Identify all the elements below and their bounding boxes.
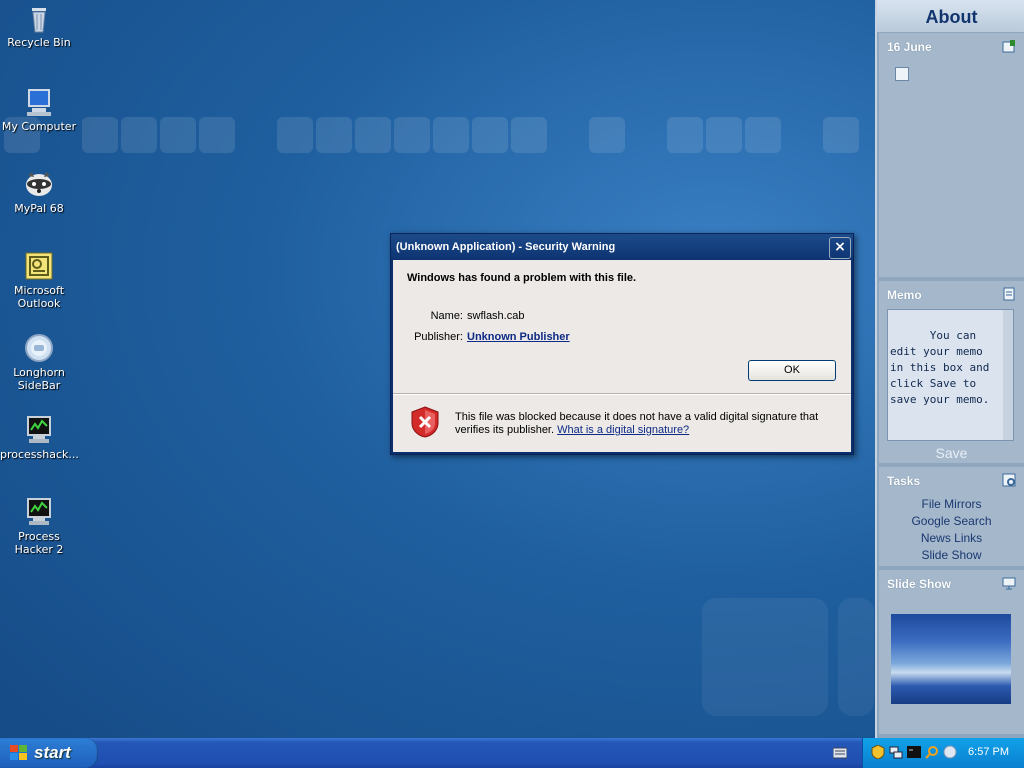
publisher-link[interactable]: Unknown Publisher	[467, 331, 570, 343]
dialog-titlebar[interactable]: (Unknown Application) - Security Warning…	[391, 234, 853, 260]
desktop-icon-label: Process Hacker 2	[14, 530, 64, 556]
tasks-title: Tasks	[887, 474, 921, 488]
calendar-icon[interactable]	[1002, 39, 1016, 53]
desktop-icon-label: My Computer	[1, 120, 77, 133]
outlook-icon	[23, 250, 55, 282]
task-slide-show[interactable]: Slide Show	[879, 548, 1024, 562]
dialog-heading: Windows has found a problem with this fi…	[407, 272, 637, 284]
publisher-label: Publisher:	[414, 331, 463, 343]
dialog-title: (Unknown Application) - Security Warning	[396, 241, 616, 253]
slideshow-panel: Slide Show	[879, 570, 1024, 734]
recycle-bin-icon	[23, 2, 55, 34]
desktop-icon-longhorn-sidebar[interactable]: Longhorn SideBar	[0, 332, 78, 392]
desktop-decoration-tile	[702, 598, 828, 716]
ok-button[interactable]: OK	[748, 360, 836, 381]
tasks-icon[interactable]	[1002, 473, 1016, 487]
tasks-panel: Tasks File Mirrors Google Search News Li…	[879, 467, 1024, 566]
slideshow-title: Slide Show	[887, 577, 952, 591]
calendar-date: 16 June	[887, 40, 932, 54]
windows-flag-icon	[10, 745, 28, 761]
start-label: start	[34, 743, 71, 762]
start-button[interactable]: start	[0, 738, 98, 768]
sidebar-about-label: About	[925, 7, 978, 27]
memo-title: Memo	[887, 288, 922, 302]
memo-panel: Memo You can edit your memo in this box …	[879, 281, 1024, 463]
desktop-icon-label: Recycle Bin	[7, 36, 71, 49]
memo-textarea[interactable]: You can edit your memo in this box and c…	[887, 309, 1014, 441]
close-icon: ×	[834, 239, 846, 255]
system-tray: 6:57 PM	[862, 738, 1024, 768]
memo-scrollbar[interactable]	[1003, 310, 1013, 440]
close-button[interactable]: ×	[829, 237, 851, 259]
taskbar: start 6:57 PM	[0, 738, 1024, 768]
desktop-decoration	[0, 117, 876, 155]
memo-save-button[interactable]: Save	[879, 445, 1024, 461]
slideshow-icon[interactable]	[1002, 576, 1016, 590]
task-google-search[interactable]: Google Search	[879, 514, 1024, 528]
longhorn-sidebar: About 16 June Memo You can edit your mem…	[875, 0, 1024, 738]
sidebar-tray-icon[interactable]	[943, 745, 957, 759]
network-icon[interactable]	[889, 745, 903, 759]
image-placeholder-icon	[895, 67, 909, 81]
my-computer-icon	[23, 86, 55, 118]
calendar-panel: 16 June	[879, 33, 1024, 277]
desktop-icon-recycle-bin[interactable]: Recycle Bin	[0, 2, 78, 49]
shield-error-icon	[411, 406, 439, 438]
desktop-icon-mypal[interactable]: MyPal 68	[0, 168, 78, 215]
desktop-icon-outlook[interactable]: Microsoft Outlook	[0, 250, 78, 310]
desktop-icon-processhacker2[interactable]: Process Hacker 2	[0, 496, 78, 556]
mypal-icon	[23, 168, 55, 200]
security-warning-dialog: (Unknown Application) - Security Warning…	[390, 233, 854, 455]
keyboard-icon[interactable]	[832, 747, 848, 759]
name-label: Name:	[430, 310, 463, 322]
divider	[393, 394, 851, 395]
dialog-body: Windows has found a problem with this fi…	[393, 260, 851, 452]
slideshow-image[interactable]	[891, 614, 1011, 704]
processhacker-icon	[23, 414, 55, 446]
task-file-mirrors[interactable]: File Mirrors	[879, 497, 1024, 511]
warning-message: This file was blocked because it does no…	[455, 411, 835, 437]
security-shield-icon[interactable]	[871, 744, 885, 760]
desktop-icon-label: Microsoft Outlook	[13, 284, 65, 310]
digital-signature-link[interactable]: What is a digital signature?	[557, 424, 689, 436]
desktop-decoration-tile	[838, 598, 874, 716]
clock[interactable]: 6:57 PM	[968, 746, 1009, 758]
sidebar-about[interactable]: About	[877, 0, 1024, 32]
search-icon[interactable]	[925, 745, 939, 759]
desktop-icon-processhacker[interactable]: processhack...	[0, 414, 79, 461]
desktop-icon-label: Longhorn SideBar	[13, 366, 65, 392]
name-value: swflash.cab	[467, 310, 525, 322]
memo-text: You can edit your memo in this box and c…	[890, 329, 996, 406]
processhacker2-icon	[23, 496, 55, 528]
memo-icon[interactable]	[1002, 287, 1016, 301]
desktop-icon-label: processhack...	[0, 448, 79, 461]
desktop-icon-label: MyPal 68	[14, 202, 64, 215]
console-icon[interactable]	[907, 745, 921, 759]
task-news-links[interactable]: News Links	[879, 531, 1024, 545]
desktop-icon-my-computer[interactable]: My Computer	[0, 86, 78, 133]
longhorn-sidebar-icon	[23, 332, 55, 364]
